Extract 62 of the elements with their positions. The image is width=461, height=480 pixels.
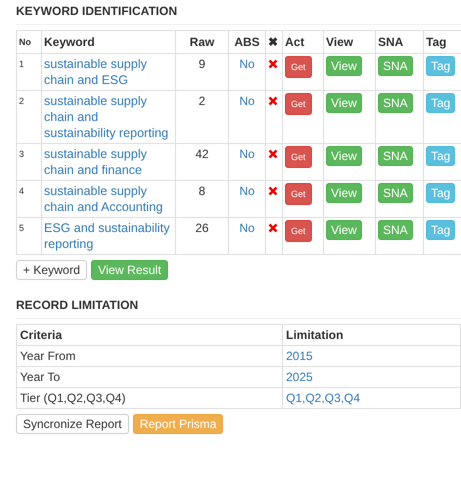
table-cell: 8 xyxy=(176,180,228,218)
button[interactable]: Tag xyxy=(426,56,456,76)
abs-link[interactable]: No xyxy=(239,221,255,235)
button[interactable]: View xyxy=(326,146,362,166)
column-header: Act xyxy=(282,30,324,54)
button[interactable]: Tag xyxy=(426,146,456,166)
button[interactable]: View Result xyxy=(91,260,168,280)
column-header: Raw xyxy=(176,30,228,54)
table-cell: 2 xyxy=(176,90,228,144)
button[interactable]: SNA xyxy=(378,146,413,166)
column-header: Keyword xyxy=(42,30,176,54)
button[interactable]: SNA xyxy=(378,93,413,113)
button[interactable]: Tag xyxy=(426,93,456,113)
button[interactable]: View xyxy=(326,220,362,240)
table-cell: 5 xyxy=(16,218,42,254)
limitation-value: Q1,Q2,Q3,Q4 xyxy=(286,391,360,405)
table-cell: 42 xyxy=(176,144,228,180)
button[interactable]: SNA xyxy=(378,220,413,240)
limitation-value: 2025 xyxy=(286,370,313,384)
button[interactable]: Get xyxy=(285,93,312,115)
section-title: KEYWORD IDENTIFICATION xyxy=(16,0,461,25)
button[interactable]: Get xyxy=(285,183,312,205)
delete-icon[interactable] xyxy=(268,149,278,159)
table-cell: 26 xyxy=(176,218,228,254)
column-header: Tag xyxy=(424,30,461,54)
button[interactable]: SNA xyxy=(378,183,413,203)
delete-icon[interactable] xyxy=(268,186,278,196)
button[interactable]: View xyxy=(326,183,362,203)
button[interactable]: View xyxy=(326,93,362,113)
abs-link[interactable]: No xyxy=(239,147,255,161)
delete-icon[interactable] xyxy=(268,96,278,106)
abs-link[interactable]: No xyxy=(239,57,255,71)
column-header: Criteria xyxy=(16,324,282,346)
column-header: No xyxy=(16,30,42,54)
section-title: RECORD LIMITATION xyxy=(16,294,461,319)
table-cell: Tier (Q1,Q2,Q3,Q4) xyxy=(16,388,282,408)
column-header: ✖ xyxy=(266,30,282,54)
table-cell: 3 xyxy=(16,144,42,180)
abs-link[interactable]: No xyxy=(239,184,255,198)
column-header: Limitation xyxy=(282,324,460,346)
table-cell: 9 xyxy=(176,54,228,90)
table-cell: 1 xyxy=(16,54,42,90)
button[interactable]: + Keyword xyxy=(16,260,88,280)
button[interactable]: Get xyxy=(285,146,312,168)
table-cell: Year From xyxy=(16,346,282,366)
delete-icon[interactable] xyxy=(268,59,278,69)
column-header: View xyxy=(324,30,376,54)
column-header: SNA xyxy=(376,30,424,54)
delete-icon[interactable] xyxy=(268,223,278,233)
table-cell: 2 xyxy=(16,90,42,144)
button[interactable]: SNA xyxy=(378,56,413,76)
column-header: ABS xyxy=(228,30,266,54)
table-cell: 4 xyxy=(16,180,42,218)
table-cell: Year To xyxy=(16,366,282,388)
button[interactable]: Syncronize Report xyxy=(16,414,129,434)
button[interactable]: Tag xyxy=(426,183,456,203)
button[interactable]: View xyxy=(326,56,362,76)
limitation-value: 2015 xyxy=(286,349,313,363)
button[interactable]: Get xyxy=(285,56,312,78)
button[interactable]: Get xyxy=(285,220,312,242)
abs-link[interactable]: No xyxy=(239,94,255,108)
button[interactable]: Tag xyxy=(426,220,456,240)
